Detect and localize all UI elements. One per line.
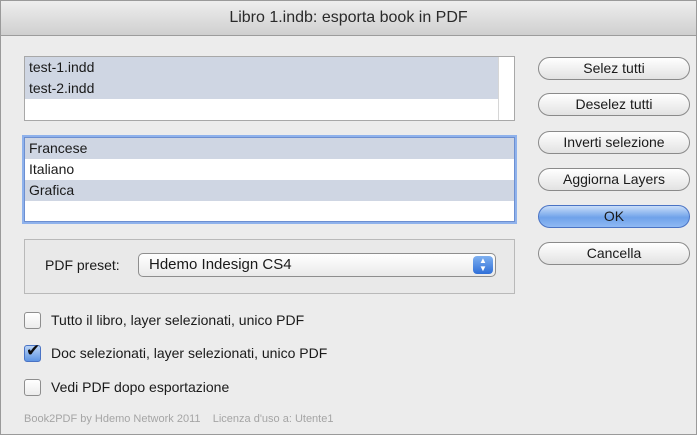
ok-button[interactable]: OK	[538, 205, 690, 228]
pdf-preset-select[interactable]: Hdemo Indesign CS4 ▲ ▼	[138, 253, 496, 277]
footer: Book2PDF by Hdemo Network 2011 Licenza d…	[24, 413, 333, 425]
option-view-pdf-checkbox[interactable]	[24, 379, 41, 396]
list-item-label: test-1.indd	[29, 59, 95, 75]
window-title: Libro 1.indb: esporta book in PDF	[1, 1, 696, 36]
refresh-layers-button[interactable]: Aggiorna Layers	[538, 168, 690, 191]
layers-list[interactable]: Francese Italiano Grafica	[24, 137, 515, 222]
footer-credit: Book2PDF by Hdemo Network 2011	[24, 413, 201, 425]
option-selected-docs-checkbox[interactable]: ✔	[24, 341, 41, 362]
list-item-document-2[interactable]: test-2.indd	[25, 78, 502, 99]
option-selected-docs-label: Doc selezionati, layer selezionati, unic…	[51, 345, 328, 361]
pdf-preset-value: Hdemo Indesign CS4	[149, 256, 292, 273]
option-view-pdf-label: Vedi PDF dopo esportazione	[51, 379, 230, 395]
deselect-all-button[interactable]: Deselez tutti	[538, 93, 690, 116]
list-item-layer-francese[interactable]: Francese	[25, 138, 514, 159]
export-dialog: Libro 1.indb: esporta book in PDF test-1…	[0, 0, 697, 435]
option-whole-book-checkbox[interactable]	[24, 312, 41, 329]
list-item-label: Grafica	[29, 182, 75, 198]
invert-selection-button[interactable]: Inverti selezione	[538, 131, 690, 154]
list-item-label: test-2.indd	[29, 80, 95, 96]
documents-list[interactable]: test-1.indd test-2.indd	[24, 56, 515, 121]
list-item-layer-grafica[interactable]: Grafica	[25, 180, 514, 201]
list-item-label: Francese	[29, 140, 88, 156]
list-item-document-1[interactable]: test-1.indd	[25, 57, 502, 78]
select-all-button[interactable]: Selez tutti	[538, 57, 690, 80]
cancel-button[interactable]: Cancella	[538, 242, 690, 265]
up-down-arrows-icon: ▲ ▼	[473, 256, 493, 274]
list-item-label: Italiano	[29, 161, 75, 177]
checkmark-icon: ✔	[26, 341, 41, 361]
option-whole-book-label: Tutto il libro, layer selezionati, unico…	[51, 312, 305, 328]
list-item-layer-italiano[interactable]: Italiano	[25, 159, 514, 180]
documents-scrollbar[interactable]	[498, 57, 514, 120]
pdf-preset-label: PDF preset:	[45, 257, 120, 273]
footer-license: Licenza d'uso a: Utente1	[212, 413, 334, 425]
